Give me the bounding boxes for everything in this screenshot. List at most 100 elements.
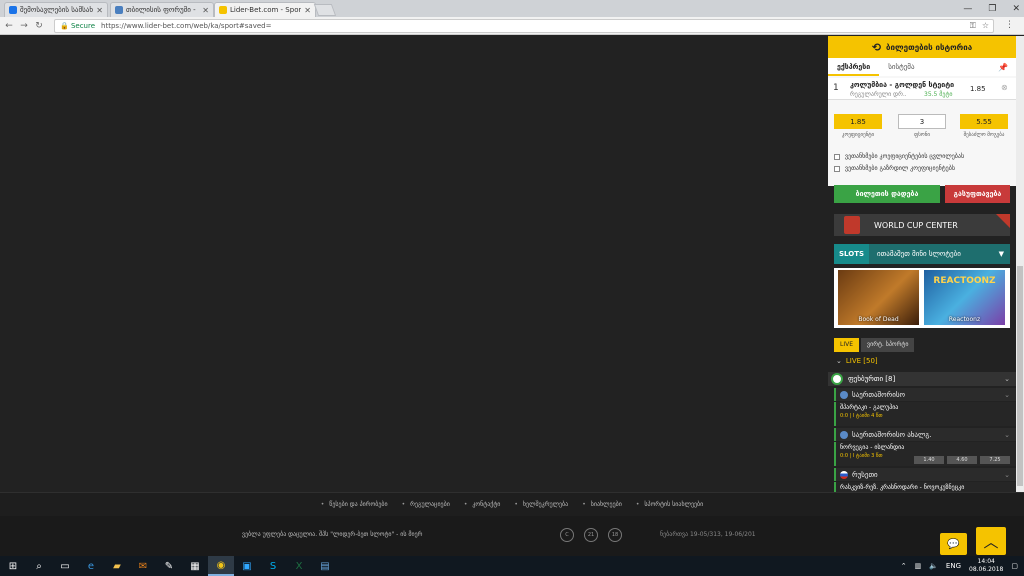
chevron-down-icon: ⌄ [1004, 375, 1010, 383]
league-row[interactable]: რუსეთი ⌄ [834, 468, 1016, 481]
league-row[interactable]: საერთაშორისო ⌄ [834, 388, 1016, 401]
odd-away-button[interactable]: 7.25 [980, 456, 1010, 464]
odd-draw-button[interactable]: 4.60 [947, 456, 977, 464]
right-sidebar: ⟲ ბილეთების ისტორია ექსპრესი სისტემა 📌 1… [828, 36, 1016, 492]
bet-summary: 1.85 კოეფიციენტი 3 ფსონი 5.55 შესაძლო მო… [828, 114, 1016, 144]
url-text: https://www.lider-bet.com/web/ka/sport#s… [101, 22, 272, 30]
pin-icon[interactable]: 📌 [998, 63, 1008, 72]
copyright-text: ვებლა უფლება დაცულია. შპს "ლიდერ-ბეთ სლო… [242, 531, 423, 538]
selection-odd: 1.85 [970, 85, 986, 93]
tab-express[interactable]: ექსპრესი [828, 58, 880, 76]
football-icon [831, 373, 843, 385]
notifications-icon[interactable]: ▢ [1011, 562, 1018, 570]
russia-flag-icon [840, 470, 848, 479]
close-window-icon[interactable]: ✕ [1012, 4, 1020, 14]
volume-icon[interactable]: 🔈 [929, 562, 938, 570]
game-reactoonz[interactable]: REACTOONZ Reactoonz [924, 270, 1005, 325]
footer-link[interactable]: • წესები და პირობები [321, 501, 388, 508]
restore-icon[interactable]: ❐ [988, 4, 996, 14]
key-icon[interactable]: ⚿ [970, 21, 976, 31]
betslip-actions: ბილეთის დადება გასუფთავება [828, 185, 1016, 205]
address-bar: ← → ↻ 🔒 Secure https://www.lider-bet.com… [0, 17, 1024, 35]
match-row[interactable]: რასკვიზ-რეზ. კრასნოდარი - ნოვოკუზნეცკი [834, 482, 1016, 492]
world-cup-center-banner[interactable]: WORLD CUP CENTER [834, 214, 1010, 236]
footer-link[interactable]: • ხელშეკრულება [514, 501, 568, 508]
back-icon[interactable]: ← [3, 21, 15, 31]
globe-icon [840, 390, 848, 399]
chevron-down-icon: ⌄ [1004, 430, 1010, 439]
star-icon[interactable]: ☆ [982, 21, 989, 31]
excel-icon[interactable]: X [286, 556, 312, 576]
age-18-badge-icon: 18 [608, 528, 622, 542]
scroll-to-top-button[interactable]: ︿ [976, 527, 1006, 555]
history-icon: ⟲ [871, 40, 882, 54]
footer-link[interactable]: • კონტაქტი [464, 501, 501, 508]
chevron-up-icon: ︿ [983, 532, 999, 551]
close-tab-icon[interactable]: ✕ [304, 6, 311, 15]
accept-odds-change-checkbox[interactable]: ვეთანხმები კოეფიციენტების ცვლილებას [834, 153, 964, 160]
place-bet-button[interactable]: ბილეთის დადება [834, 185, 940, 203]
tab-virtual-sports[interactable]: ვირტ. სპორტი [861, 338, 915, 352]
footer-link[interactable]: • სპორტის სიახლეები [636, 501, 703, 508]
footer-link[interactable]: • სიახლეები [582, 501, 622, 508]
window-controls: — ❐ ✕ [963, 0, 1020, 17]
slots-dropdown[interactable]: SLOTS ითამაშეთ მინი სლოტები ▼ [834, 244, 1010, 264]
total-odd-box: 1.85 [834, 114, 882, 129]
close-tab-icon[interactable]: ✕ [202, 6, 209, 15]
tab-system[interactable]: სისტემა [879, 58, 923, 76]
browser-menu-icon[interactable]: ⋮ [1005, 20, 1014, 30]
search-icon[interactable]: ⌕ [26, 556, 52, 576]
bet-selection: 1 კოლუმბია - გოლდენ სტეიტი რეგულარული დრ… [828, 78, 1016, 100]
photoshop-icon[interactable]: ▣ [234, 556, 260, 576]
match-row[interactable]: შპარტაკი - გალუჰია 0:0 | I ტაიმი 4 წთ [834, 402, 1016, 426]
stake-input[interactable]: 3 [898, 114, 946, 129]
calculator-icon[interactable]: ▦ [182, 556, 208, 576]
edge-icon[interactable]: e [78, 556, 104, 576]
url-input[interactable]: 🔒 Secure https://www.lider-bet.com/web/k… [54, 19, 994, 33]
clock[interactable]: 14:04 08.06.2018 [969, 558, 1003, 574]
chevron-down-icon: ⌄ [1004, 470, 1010, 479]
network-icon[interactable]: ▥ [915, 562, 922, 570]
live-tabs: LIVE ვირტ. სპორტი [834, 338, 1010, 352]
betslip-tabs: ექსპრესი სისტემა 📌 [828, 58, 1016, 76]
secure-label: 🔒 Secure [60, 22, 96, 30]
accept-higher-odds-checkbox[interactable]: ვეთანხმები გაზრდილ კოეფიციენტებს [834, 165, 955, 172]
remove-selection-icon[interactable]: ⊗ [1001, 83, 1008, 92]
scrollbar-thumb[interactable] [1017, 266, 1023, 486]
close-tab-icon[interactable]: ✕ [96, 6, 103, 15]
browser-tab-2[interactable]: თბილისის ფორუმი - ✕ [110, 2, 214, 17]
tray-expand-icon[interactable]: ⌃ [901, 562, 907, 570]
app-icon[interactable]: ✎ [156, 556, 182, 576]
chrome-icon[interactable]: ◉ [208, 556, 234, 576]
chevron-down-icon: ▼ [998, 250, 1004, 258]
reload-icon[interactable]: ↻ [33, 21, 45, 31]
league-row[interactable]: საერთაშორისო ახალგ. ⌄ [834, 428, 1016, 441]
match-row[interactable]: ნორვეგია - ისლანდია 0:0 | I ტაიმი 3 წთ 1… [834, 442, 1016, 466]
clear-betslip-button[interactable]: გასუფთავება [945, 185, 1010, 203]
chat-button[interactable]: 💬 [940, 533, 967, 555]
tab-live[interactable]: LIVE [834, 338, 860, 352]
new-tab-button[interactable] [313, 4, 337, 16]
license-text: ნებართვა 19-05/313, 19-06/201 [660, 531, 756, 538]
task-view-icon[interactable]: ▭ [52, 556, 78, 576]
footer-links: • წესები და პირობები • რეგულაციები • კონტაქ… [0, 492, 1024, 516]
skype-icon[interactable]: S [260, 556, 286, 576]
browser-tab-1[interactable]: შემოსავლების სამსახ ✕ [4, 2, 108, 17]
file-explorer-icon[interactable]: ▰ [104, 556, 130, 576]
odd-home-button[interactable]: 1.40 [914, 456, 944, 464]
minimize-icon[interactable]: — [963, 4, 972, 14]
live-count[interactable]: ⌄ LIVE [50] [836, 357, 878, 365]
footer-link[interactable]: • რეგულაციები [402, 501, 450, 508]
network-app-icon[interactable]: ▤ [312, 556, 338, 576]
windows-start-icon[interactable]: ⊞ [0, 556, 26, 576]
sport-football[interactable]: ფეხბურთი [8] ⌄ [828, 372, 1016, 386]
bet-history-button[interactable]: ⟲ ბილეთების ისტორია [828, 36, 1016, 58]
game-book-of-dead[interactable]: Book of Dead [838, 270, 919, 325]
chat-icon: 💬 [947, 538, 960, 550]
sidebar-scrollbar[interactable] [1016, 36, 1024, 492]
language-indicator[interactable]: ENG [946, 562, 961, 570]
browser-tab-3[interactable]: Lider-Bet.com - Sports a ✕ [214, 2, 316, 17]
outlook-icon[interactable]: ✉ [130, 556, 156, 576]
forward-icon[interactable]: → [18, 21, 30, 31]
tab-favicon-icon [115, 6, 123, 14]
